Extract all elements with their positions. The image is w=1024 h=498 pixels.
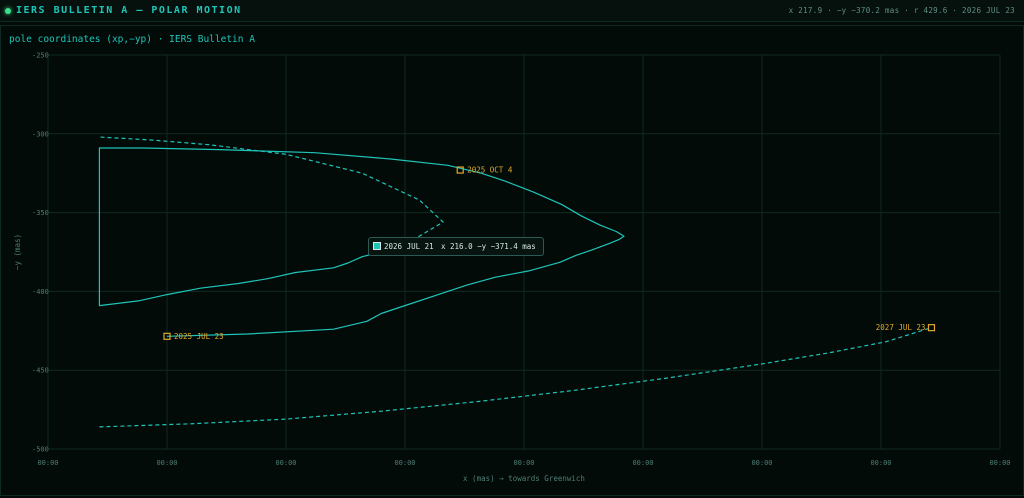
- x-tick-label: 00:00: [37, 459, 58, 467]
- x-tick-label: 00:00: [632, 459, 653, 467]
- y-tick-label: -400: [32, 288, 49, 296]
- series-lines: [98, 136, 932, 428]
- tooltip-swatch-icon: [373, 242, 381, 250]
- y-tick-label: -250: [32, 52, 49, 60]
- annotation-marker: [927, 324, 936, 332]
- annotation-label: 2025 OCT 4: [467, 166, 513, 175]
- annotation-label: 2025 JUL 23: [174, 332, 224, 341]
- series-line-1: [98, 147, 625, 337]
- x-tick-label: 00:00: [394, 459, 415, 467]
- x-axis-label: x (mas) → towards Greenwich: [463, 474, 585, 483]
- x-tick-label: 00:00: [156, 459, 177, 467]
- annotations: 2025 OCT 4 2025 JUL 23 2027 JUL 23: [163, 166, 936, 341]
- x-tick-label: 00:00: [751, 459, 772, 467]
- tooltip-date: 2026 JUL 21: [384, 242, 434, 251]
- x-tick-label: 00:00: [275, 459, 296, 467]
- y-tick-label: -450: [32, 367, 49, 375]
- y-tick-label: -500: [32, 446, 49, 454]
- tick-labels: -250 -300 -350 -400 -450 -500 00:00 00:00 00:00 0…: [32, 52, 1011, 468]
- series-line-3: [99, 327, 932, 428]
- tooltip-value: x 216.0 −y −371.4 mas: [441, 242, 536, 251]
- x-tick-label: 00:00: [870, 459, 891, 467]
- series-line-2: [99, 136, 444, 248]
- x-tick-label: 00:00: [513, 459, 534, 467]
- y-tick-label: -300: [32, 130, 49, 138]
- y-axis-label: −y (mas): [13, 234, 22, 270]
- x-tick-label: 00:00: [989, 459, 1010, 467]
- hover-tooltip: 2026 JUL 21 x 216.0 −y −371.4 mas: [368, 237, 544, 256]
- y-tick-label: -350: [32, 209, 49, 217]
- annotation-label: 2027 JUL 23: [876, 323, 926, 332]
